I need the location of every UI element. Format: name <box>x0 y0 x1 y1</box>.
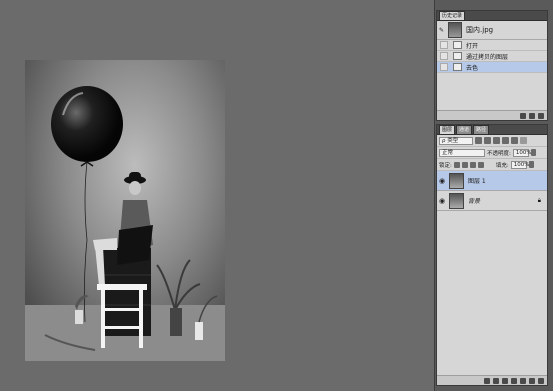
history-source-checkbox[interactable] <box>440 52 448 60</box>
lock-icon: 🔒︎ <box>537 196 541 204</box>
layer-filter-row: ρ 类型 <box>437 135 547 147</box>
lock-image-icon[interactable] <box>461 161 468 168</box>
history-source-checkbox[interactable] <box>440 41 448 49</box>
lock-label: 锁定: <box>439 162 452 169</box>
layer-name[interactable]: 图层 1 <box>468 176 486 185</box>
fill-input[interactable]: 100% <box>510 160 529 169</box>
visibility-eye-icon[interactable]: ◉ <box>437 177 447 185</box>
history-footer <box>437 110 547 120</box>
blend-mode-select[interactable]: 正常 <box>439 148 485 157</box>
layer-filter-select[interactable]: ρ 类型 <box>439 136 473 145</box>
new-document-from-state-icon[interactable] <box>520 112 526 119</box>
fill-dropdown-icon[interactable] <box>528 161 534 168</box>
adjustment-layer-icon[interactable] <box>511 377 517 384</box>
shape-filter-icon[interactable] <box>502 137 509 144</box>
type-filter-icon[interactable] <box>493 137 500 144</box>
group-folder-icon[interactable] <box>520 377 526 384</box>
layer-thumbnail <box>449 192 464 209</box>
smart-object-filter-icon[interactable] <box>511 137 518 144</box>
history-step-label: 打开 <box>466 42 479 50</box>
opacity-input[interactable]: 100% <box>512 148 532 157</box>
new-layer-icon[interactable] <box>529 377 535 384</box>
history-step[interactable]: 通过拷贝的图层 <box>437 51 547 62</box>
fill-label: 填充: <box>495 162 509 169</box>
history-panel-header: 历史记录 <box>437 11 547 21</box>
lock-transparent-icon[interactable] <box>453 161 460 168</box>
layers-panel: 图层 通道 路径 ρ 类型 正常 不透明度: 100% 锁定: 填充: 100%… <box>436 124 548 386</box>
tab-channels[interactable]: 通道 <box>456 125 473 134</box>
history-step-label: 通过拷贝的图层 <box>466 53 509 61</box>
tab-history[interactable]: 历史记录 <box>439 11 466 20</box>
pixel-filter-icon[interactable] <box>475 137 482 144</box>
opacity-dropdown-icon[interactable] <box>530 149 536 156</box>
snapshot-camera-icon[interactable] <box>529 112 535 119</box>
blend-row: 正常 不透明度: 100% <box>437 147 547 159</box>
trash-icon[interactable] <box>538 377 544 384</box>
document-step-icon <box>453 52 462 60</box>
layer-thumbnail <box>449 172 464 189</box>
lock-all-icon[interactable] <box>477 161 484 168</box>
visibility-eye-icon[interactable]: ◉ <box>437 197 447 205</box>
photo-image <box>25 60 225 361</box>
tab-layers[interactable]: 图层 <box>439 125 456 134</box>
document-step-icon <box>453 41 462 49</box>
document-step-icon <box>453 63 462 71</box>
snapshot-thumbnail <box>448 22 463 38</box>
layers-panel-header: 图层 通道 路径 <box>437 125 547 135</box>
layers-footer <box>437 375 547 385</box>
history-step[interactable]: 去色 <box>437 62 547 73</box>
photo-scene <box>25 60 225 361</box>
link-layers-icon[interactable] <box>484 377 490 384</box>
trash-icon[interactable] <box>538 112 544 119</box>
layer-row[interactable]: ◉ 图层 1 <box>437 171 547 191</box>
lock-row: 锁定: 填充: 100% <box>437 159 547 171</box>
layer-row[interactable]: ◉ 背景 🔒︎ <box>437 191 547 211</box>
tab-paths[interactable]: 路径 <box>473 125 490 134</box>
lock-position-icon[interactable] <box>469 161 476 168</box>
history-step[interactable]: 打开 <box>437 40 547 51</box>
snapshot-name: 国内.jpg <box>466 26 494 34</box>
layer-style-fx-icon[interactable] <box>493 377 499 384</box>
filter-toggle-icon[interactable] <box>520 137 527 144</box>
history-snapshot[interactable]: ✎ 国内.jpg <box>437 21 547 40</box>
layer-name[interactable]: 背景 <box>468 196 480 205</box>
right-panel-column: 历史记录 ✎ 国内.jpg 打开 通过拷贝的图层 去色 图层 通道 路径 ρ 类… <box>434 0 553 391</box>
layer-mask-icon[interactable] <box>502 377 508 384</box>
history-source-checkbox[interactable] <box>440 63 448 71</box>
document-canvas[interactable] <box>0 0 433 391</box>
history-panel: 历史记录 ✎ 国内.jpg 打开 通过拷贝的图层 去色 <box>436 10 548 121</box>
brush-source-icon[interactable]: ✎ <box>439 27 444 34</box>
history-step-label: 去色 <box>466 64 479 72</box>
adjustment-filter-icon[interactable] <box>484 137 491 144</box>
opacity-label: 不透明度: <box>487 150 511 157</box>
